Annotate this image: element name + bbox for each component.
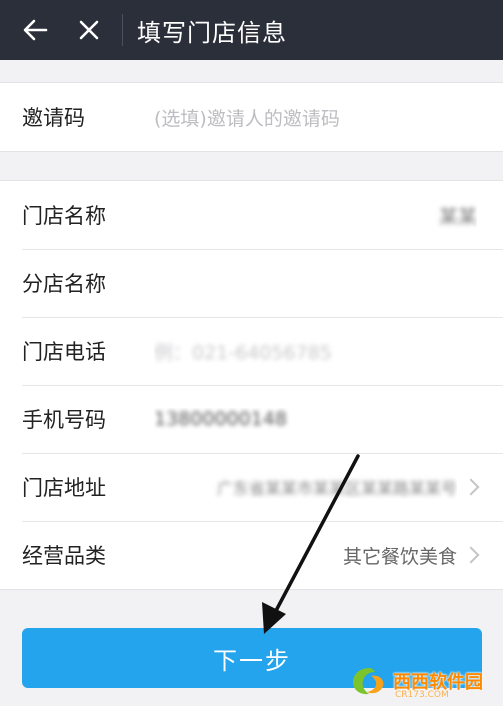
store-phone-placeholder: 例：021-64056785 [154, 341, 332, 364]
address-row[interactable]: 门店地址 广东省某某市某某区某某路某某号 [0, 453, 503, 521]
store-name-row[interactable]: 门店名称 某某 [0, 181, 503, 249]
store-phone-field[interactable]: 例：021-64056785 [154, 338, 477, 365]
store-phone-row[interactable]: 门店电话 例：021-64056785 [0, 317, 503, 385]
mobile-value: 13800000148 [154, 408, 287, 430]
store-name-value: 某某 [438, 205, 477, 228]
back-button[interactable] [8, 0, 62, 60]
watermark-sub: CR173.COM [395, 690, 449, 700]
close-button[interactable] [62, 0, 116, 60]
watermark-logo: 西西软件园 CR173.COM [349, 662, 499, 700]
store-phone-label: 门店电话 [22, 340, 106, 364]
site-logo-icon [353, 668, 384, 695]
invite-section: 邀请码 (选填)邀请人的邀请码 [0, 82, 503, 152]
close-icon [79, 20, 99, 40]
category-label: 经营品类 [22, 544, 106, 568]
category-value: 其它餐饮美食 [342, 545, 457, 568]
store-name-field[interactable]: 某某 [154, 202, 477, 229]
back-arrow-icon [23, 19, 48, 41]
invite-code-row[interactable]: 邀请码 (选填)邀请人的邀请码 [0, 83, 503, 151]
title-divider [122, 14, 123, 46]
page-title: 填写门店信息 [137, 18, 287, 47]
mobile-field[interactable]: 13800000148 [154, 408, 477, 430]
store-info-section: 门店名称 某某 分店名称 门店电话 例：021-64056785 手机号码 13… [0, 180, 503, 590]
address-value: 广东省某某市某某区某某路某某号 [216, 479, 457, 498]
mobile-row[interactable]: 手机号码 13800000148 [0, 385, 503, 453]
invite-code-input[interactable]: (选填)邀请人的邀请码 [154, 104, 477, 131]
address-label: 门店地址 [22, 476, 106, 500]
chevron-right-icon [462, 478, 480, 496]
invite-code-label: 邀请码 [22, 106, 85, 130]
top-navigation-bar: 填写门店信息 [0, 0, 503, 60]
chevron-right-icon [462, 546, 480, 564]
address-field[interactable]: 广东省某某市某某区某某路某某号 [154, 475, 457, 499]
category-row[interactable]: 经营品类 其它餐饮美食 [0, 521, 503, 589]
branch-name-row[interactable]: 分店名称 [0, 249, 503, 317]
branch-name-label: 分店名称 [22, 272, 106, 296]
mobile-label: 手机号码 [22, 408, 106, 432]
store-name-label: 门店名称 [22, 204, 106, 228]
